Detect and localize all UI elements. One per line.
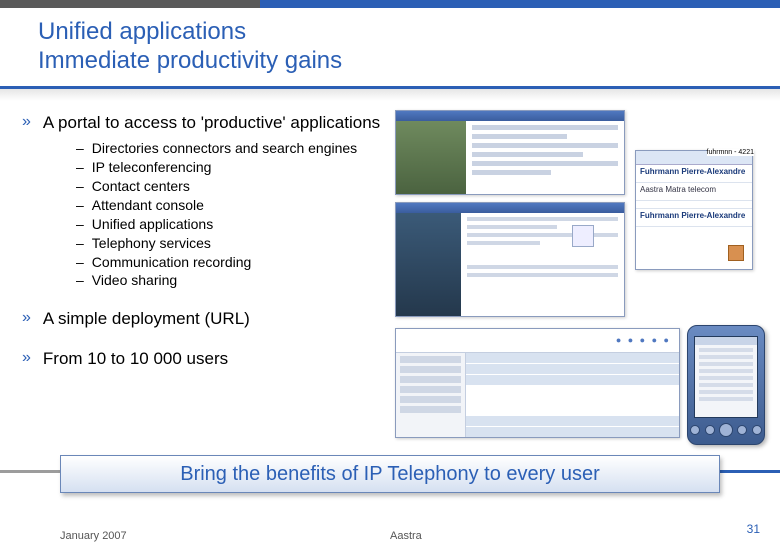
sub-text: IP teleconferencing xyxy=(92,158,212,177)
sub-text: Contact centers xyxy=(92,177,190,196)
footer-date: January 2007 xyxy=(60,530,127,542)
pda-device-mock xyxy=(687,325,765,445)
dash-marker: – xyxy=(76,215,84,234)
footer-stripe-right xyxy=(720,470,780,473)
dash-marker: – xyxy=(76,271,84,290)
pda-screen xyxy=(694,336,758,418)
pda-button-icon xyxy=(690,425,700,435)
sub-bullet: –Attendant console xyxy=(76,196,382,215)
dash-marker: – xyxy=(76,139,84,158)
bullet-marker: » xyxy=(22,112,31,133)
header-stripe-blue xyxy=(260,0,780,8)
app-screenshot-portal xyxy=(395,110,625,195)
card-header-label: fuhrmnn - 4221 xyxy=(707,149,754,156)
contact-company: Aastra Matra telecom xyxy=(636,183,752,201)
phone-icon xyxy=(572,225,594,247)
sub-bullet: –Video sharing xyxy=(76,271,382,290)
tagline-text: Bring the benefits of IP Telephony to ev… xyxy=(180,463,600,486)
footer-brand: Aastra xyxy=(390,530,422,542)
sub-text: Unified applications xyxy=(92,215,213,234)
sub-text: Telephony services xyxy=(92,234,211,253)
sub-bullet: –Contact centers xyxy=(76,177,382,196)
pda-buttons xyxy=(688,421,764,439)
sub-bullet: –Directories connectors and search engin… xyxy=(76,139,382,158)
dash-marker: – xyxy=(76,234,84,253)
sub-bullet: –IP teleconferencing xyxy=(76,158,382,177)
toolbar-dots-icon: ● ● ● ● ● xyxy=(616,335,671,345)
sub-text: Attendant console xyxy=(92,196,204,215)
app-screenshot-console: ● ● ● ● ● xyxy=(395,328,680,438)
header-stripe-dark xyxy=(0,0,260,8)
bullet-2-text: A simple deployment (URL) xyxy=(43,308,250,329)
dash-marker: – xyxy=(76,196,84,215)
app-screenshot-telephony xyxy=(395,202,625,317)
pda-button-icon xyxy=(737,425,747,435)
title-line-1: Unified applications xyxy=(38,18,246,45)
content-column: » A portal to access to 'productive' app… xyxy=(22,112,382,375)
sub-text: Video sharing xyxy=(92,271,177,290)
title-line-2: Immediate productivity gains xyxy=(38,47,342,74)
sub-bullet: –Telephony services xyxy=(76,234,382,253)
avatar-placeholder-icon xyxy=(728,245,744,261)
bullet-marker: » xyxy=(22,308,31,329)
sub-bullet-list: –Directories connectors and search engin… xyxy=(76,139,382,290)
pda-button-icon xyxy=(752,425,762,435)
bullet-1-text: A portal to access to 'productive' appli… xyxy=(43,112,380,133)
title-underline-shadow xyxy=(0,89,780,101)
bullet-1: » A portal to access to 'productive' app… xyxy=(22,112,382,133)
sub-text: Directories connectors and search engine… xyxy=(92,139,357,158)
screenshot-collage: fuhrmnn - 4221 Fuhrmann Pierre-Alexandre… xyxy=(395,110,765,440)
tagline-bar: Bring the benefits of IP Telephony to ev… xyxy=(60,455,720,493)
pda-dpad-icon xyxy=(719,423,733,437)
bullet-marker: » xyxy=(22,348,31,369)
bullet-3: » From 10 to 10 000 users xyxy=(22,348,382,369)
footer-stripe-left xyxy=(0,470,60,473)
dash-marker: – xyxy=(76,158,84,177)
contact-name: Fuhrmann Pierre-Alexandre xyxy=(640,167,745,176)
app-screenshot-directory-card: fuhrmnn - 4221 Fuhrmann Pierre-Alexandre… xyxy=(635,150,753,270)
bullet-3-text: From 10 to 10 000 users xyxy=(43,348,228,369)
dash-marker: – xyxy=(76,253,84,272)
sub-text: Communication recording xyxy=(92,253,252,272)
sub-bullet: –Unified applications xyxy=(76,215,382,234)
footer-page-number: 31 xyxy=(747,522,760,536)
dash-marker: – xyxy=(76,177,84,196)
contact-name-2: Fuhrmann Pierre-Alexandre xyxy=(640,211,745,220)
sub-bullet: –Communication recording xyxy=(76,253,382,272)
bullet-2: » A simple deployment (URL) xyxy=(22,308,382,329)
slide-title: Unified applications Immediate productiv… xyxy=(38,18,342,76)
pda-button-icon xyxy=(705,425,715,435)
